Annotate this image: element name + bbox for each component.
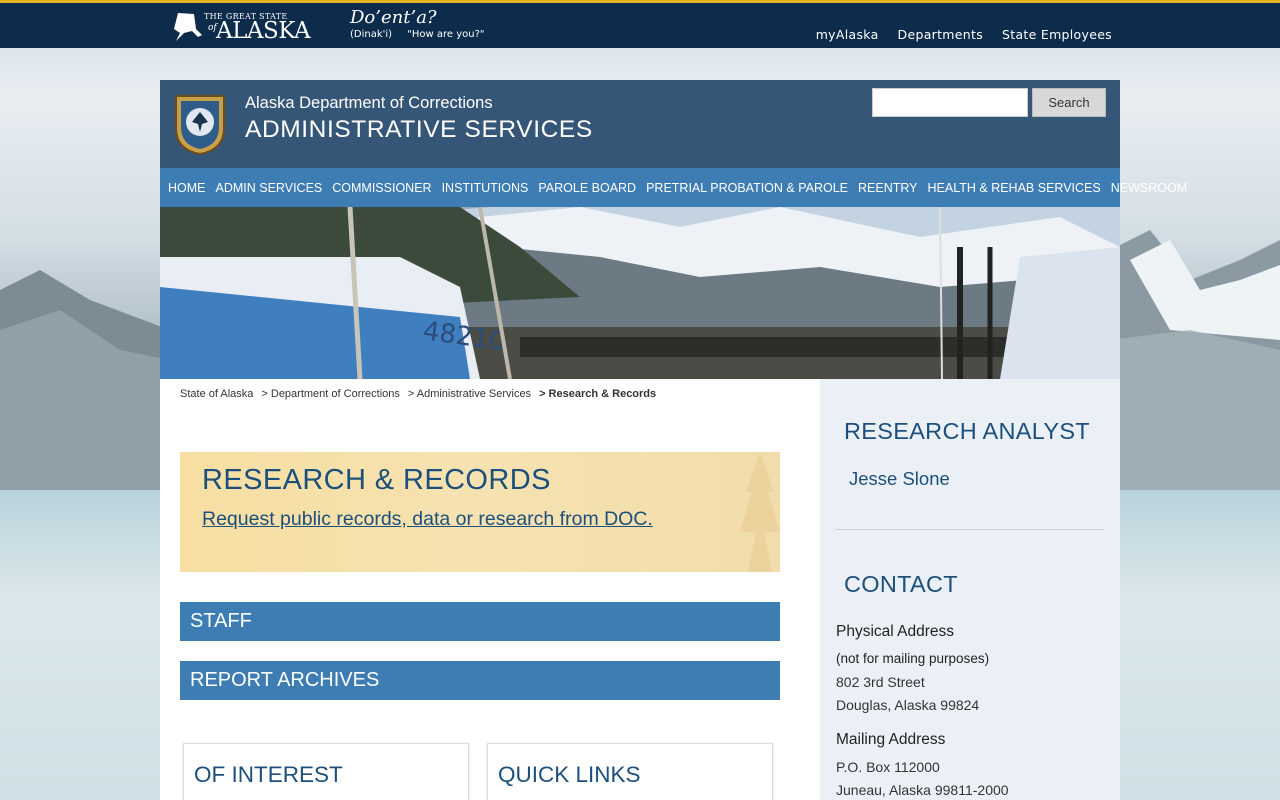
search-button[interactable]: Search xyxy=(1032,88,1106,117)
physical-address-line: 802 3rd Street xyxy=(836,674,925,690)
native-greeting: Do’ent’a? (Dinak'i) "How are you?" xyxy=(350,7,497,40)
nav-health-rehab-services[interactable]: HEALTH & REHAB SERVICES xyxy=(928,181,1101,195)
doc-seal-logo[interactable] xyxy=(172,92,228,156)
breadcrumb-admin-services[interactable]: > Administrative Services xyxy=(408,388,531,400)
site-header: Alaska Department of Corrections ADMINIS… xyxy=(160,80,1120,168)
topnav-myalaska-link[interactable]: myAlaska xyxy=(816,27,879,42)
topnav-state-employees-link[interactable]: State Employees xyxy=(1002,27,1112,42)
breadcrumb-state[interactable]: State of Alaska xyxy=(180,388,253,400)
state-topbar: THE GREAT STATE of ALASKA Do’ent’a? (Din… xyxy=(0,0,1280,48)
mailing-address-label: Mailing Address xyxy=(836,731,946,748)
analyst-heading: RESEARCH ANALYST xyxy=(844,418,1090,444)
contact-heading: CONTACT xyxy=(844,571,958,597)
quick-links-card: QUICK LINKS xyxy=(487,743,773,800)
nav-pretrial-probation-parole[interactable]: PRETRIAL PROBATION & PAROLE xyxy=(646,181,848,195)
main-content: State of Alaska > Department of Correcti… xyxy=(160,379,820,800)
staff-accordion[interactable]: STAFF xyxy=(180,602,780,641)
breadcrumb-doc[interactable]: > Department of Corrections xyxy=(261,388,399,400)
page-container: Alaska Department of Corrections ADMINIS… xyxy=(160,80,1187,800)
of-interest-heading: OF INTEREST xyxy=(194,762,343,787)
physical-address-note: (not for mailing purposes) xyxy=(836,651,990,666)
nav-parole-board[interactable]: PAROLE BOARD xyxy=(538,181,636,195)
org-division-title: ADMINISTRATIVE SERVICES xyxy=(245,116,593,143)
nav-commissioner[interactable]: COMMISSIONER xyxy=(332,181,431,195)
report-archives-accordion[interactable]: REPORT ARCHIVES xyxy=(180,661,780,700)
nav-home[interactable]: HOME xyxy=(168,181,206,195)
greeting-text: Do’ent’a? xyxy=(350,7,437,28)
breadcrumb-current: > Research & Records xyxy=(539,388,657,400)
hero-harbor-image: 48210 xyxy=(160,207,1120,379)
background-mountain-right xyxy=(1110,230,1280,490)
analyst-name-link[interactable]: Jesse Slone xyxy=(849,468,950,490)
mailing-address-line: Juneau, Alaska 99811-2000 xyxy=(836,782,1009,798)
quick-links-heading: QUICK LINKS xyxy=(498,762,641,787)
breadcrumb: State of Alaska > Department of Correcti… xyxy=(180,388,656,400)
nav-institutions[interactable]: INSTITUTIONS xyxy=(442,181,529,195)
nav-reentry[interactable]: REENTRY xyxy=(858,181,918,195)
nav-newsroom[interactable]: NEWSROOM xyxy=(1111,181,1187,195)
mailing-address-line: P.O. Box 112000 xyxy=(836,759,940,775)
topnav-departments-link[interactable]: Departments xyxy=(898,27,983,42)
tree-decoration xyxy=(740,452,780,572)
greeting-language: (Dinak'i) xyxy=(350,29,393,40)
search-input[interactable] xyxy=(872,88,1028,117)
greeting-translation: "How are you?" xyxy=(407,29,485,40)
nav-admin-services[interactable]: ADMIN SERVICES xyxy=(216,181,323,195)
page-title: RESEARCH & RECORDS xyxy=(202,464,551,496)
of-interest-card: OF INTEREST xyxy=(183,743,469,800)
alaska-state-logo[interactable]: THE GREAT STATE of ALASKA xyxy=(172,9,312,45)
physical-address-label: Physical Address xyxy=(836,623,955,640)
physical-address-line: Douglas, Alaska 99824 xyxy=(836,697,980,713)
sidebar-divider xyxy=(836,529,1104,530)
main-nav: HOME ADMIN SERVICES COMMISSIONER INSTITU… xyxy=(160,168,1187,207)
state-top-nav: myAlaska Departments State Employees xyxy=(816,27,1112,42)
request-records-link[interactable]: Request public records, data or research… xyxy=(202,508,653,531)
background-mountain-left xyxy=(0,270,170,490)
logo-big-text: ALASKA xyxy=(216,18,311,44)
feature-banner: RESEARCH & RECORDS Request public record… xyxy=(180,452,780,572)
org-name: Alaska Department of Corrections xyxy=(245,94,493,112)
sidebar: RESEARCH ANALYST Jesse Slone CONTACT Phy… xyxy=(820,379,1120,800)
alaska-map-icon xyxy=(174,13,202,41)
